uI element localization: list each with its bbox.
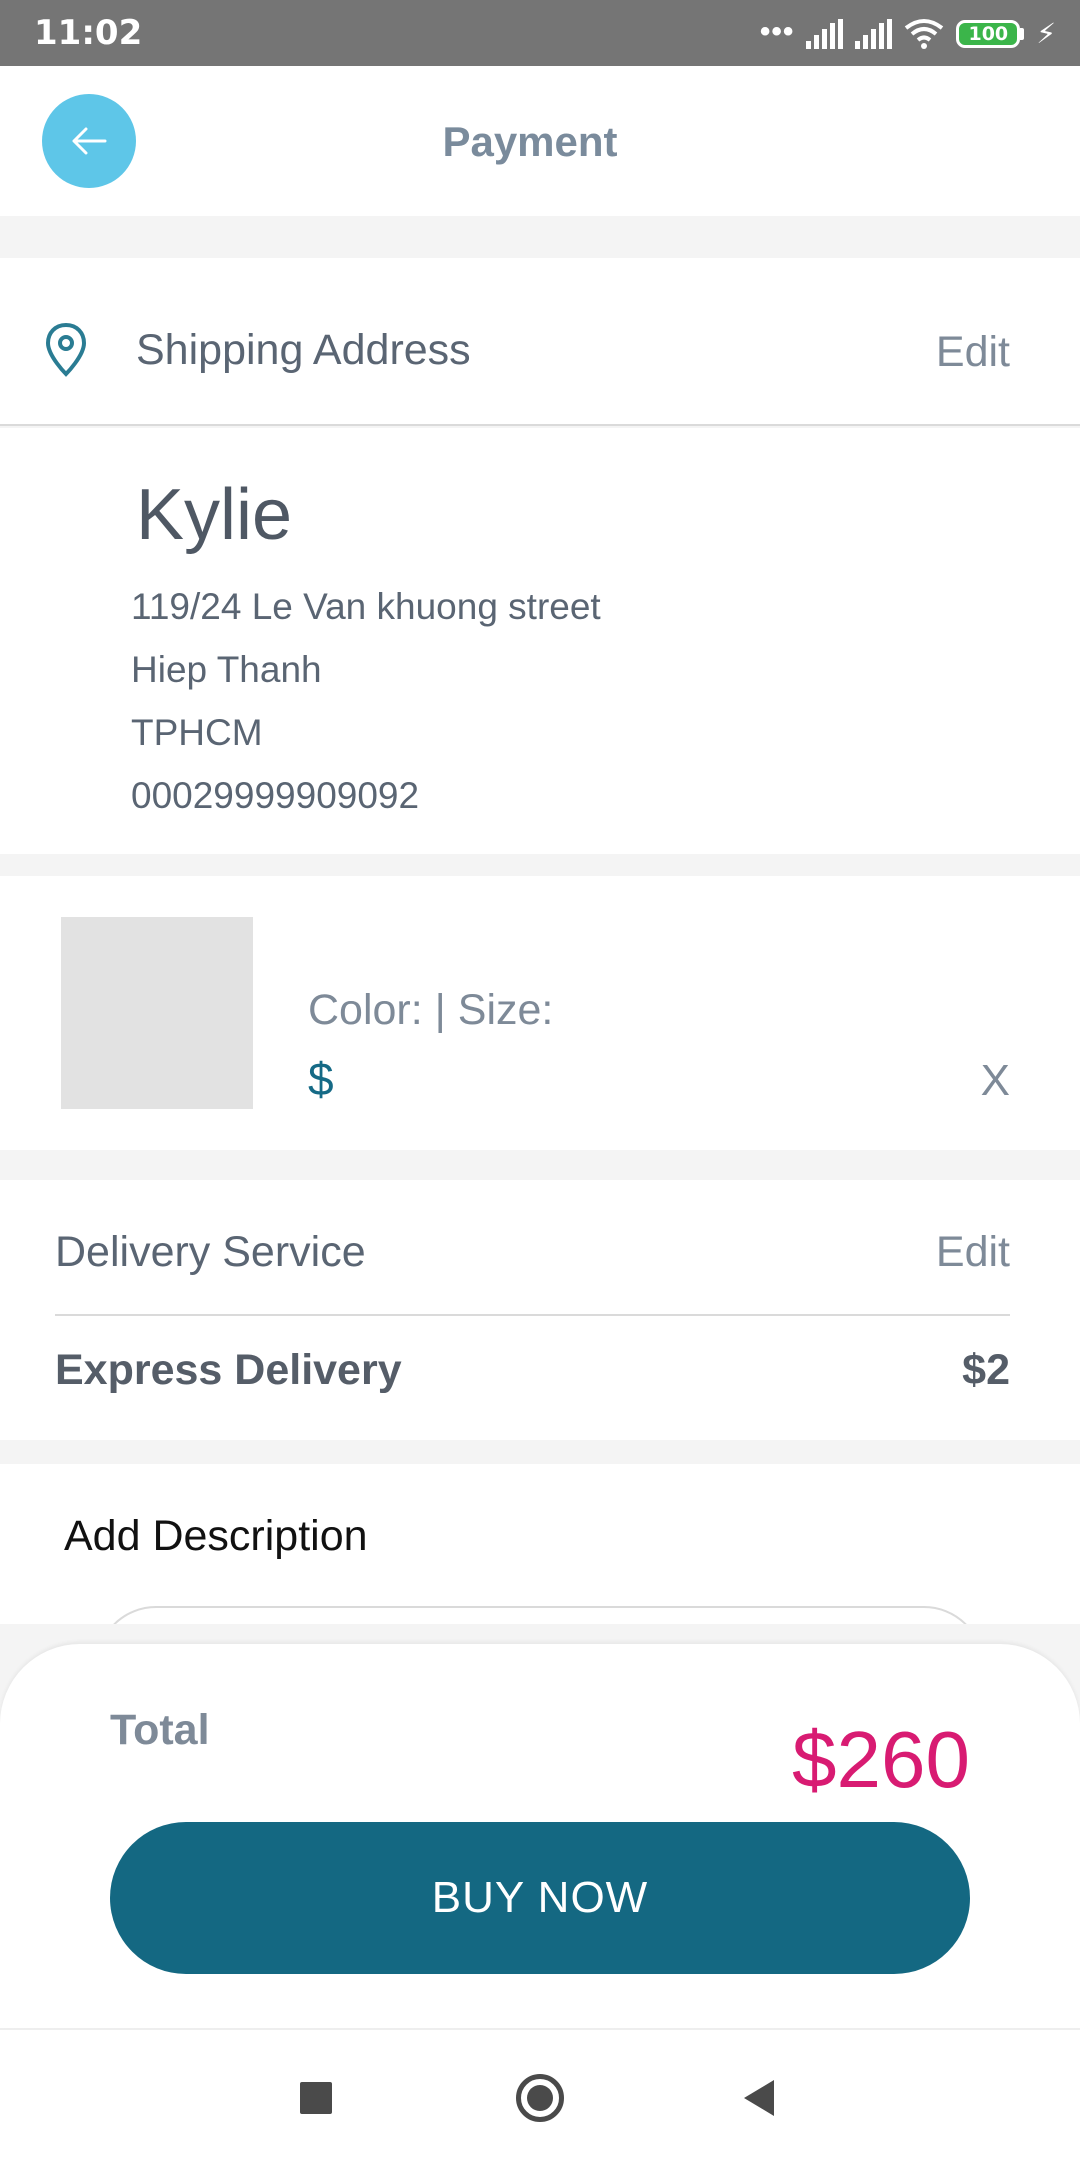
battery-icon: 100	[956, 20, 1025, 48]
status-icons: ••• 100 ⚡	[760, 14, 1056, 54]
app-header: Payment	[0, 66, 1080, 216]
status-bar: 11:02 ••• 100 ⚡	[0, 0, 1080, 66]
description-section: Add Description	[0, 1464, 1080, 1624]
shipping-address-header: Shipping Address Edit	[0, 258, 1080, 426]
page-title: Payment	[442, 118, 618, 165]
address-phone: 00029999909092	[131, 775, 420, 816]
edit-delivery-button[interactable]: Edit	[936, 1228, 1010, 1277]
delivery-service: Delivery Service Edit Express Delivery $…	[0, 1180, 1080, 1440]
product-variant: Color: | Size:	[308, 986, 554, 1034]
divider	[55, 1314, 1010, 1316]
product-price: $	[308, 1053, 334, 1105]
add-description-label: Add Description	[64, 1512, 368, 1560]
location-pin-icon	[45, 322, 87, 377]
home-icon[interactable]	[516, 2074, 564, 2122]
cart-item: Color: | Size: $ X	[0, 876, 1080, 1150]
address-city: TPHCM	[131, 712, 263, 753]
product-image	[61, 917, 253, 1109]
address-street: 119/24 Le Van khuong street	[131, 586, 601, 627]
total-label: Total	[110, 1706, 210, 1754]
recents-icon[interactable]	[300, 2082, 332, 2114]
wifi-icon	[905, 19, 944, 49]
signal-icon	[855, 19, 893, 49]
checkout-panel: Total $260 BUY NOW	[0, 1644, 1080, 2030]
total-amount: $260	[792, 1715, 970, 1804]
recipient-name: Kylie	[136, 475, 293, 555]
system-nav-bar	[0, 2030, 1080, 2160]
buy-now-button[interactable]: BUY NOW	[110, 1822, 970, 1974]
battery-level: 100	[956, 20, 1021, 48]
back-triangle-icon[interactable]	[744, 2080, 774, 2116]
status-time: 11:02	[34, 13, 143, 53]
remove-item-button[interactable]: X	[981, 1056, 1010, 1106]
address-ward: Hiep Thanh	[131, 649, 322, 690]
delivery-service-label: Delivery Service	[55, 1228, 366, 1276]
notification-dots-icon: •••	[759, 15, 795, 48]
edit-address-button[interactable]: Edit	[936, 328, 1010, 377]
shipping-address-label: Shipping Address	[136, 326, 471, 374]
delivery-option: Express Delivery	[55, 1346, 402, 1394]
delivery-price: $2	[962, 1346, 1010, 1394]
address-details: Kylie 119/24 Le Van khuong street Hiep T…	[0, 428, 1080, 854]
description-input[interactable]	[96, 1606, 984, 1624]
signal-icon	[806, 19, 844, 49]
bolt-icon: ⚡	[1036, 18, 1056, 49]
